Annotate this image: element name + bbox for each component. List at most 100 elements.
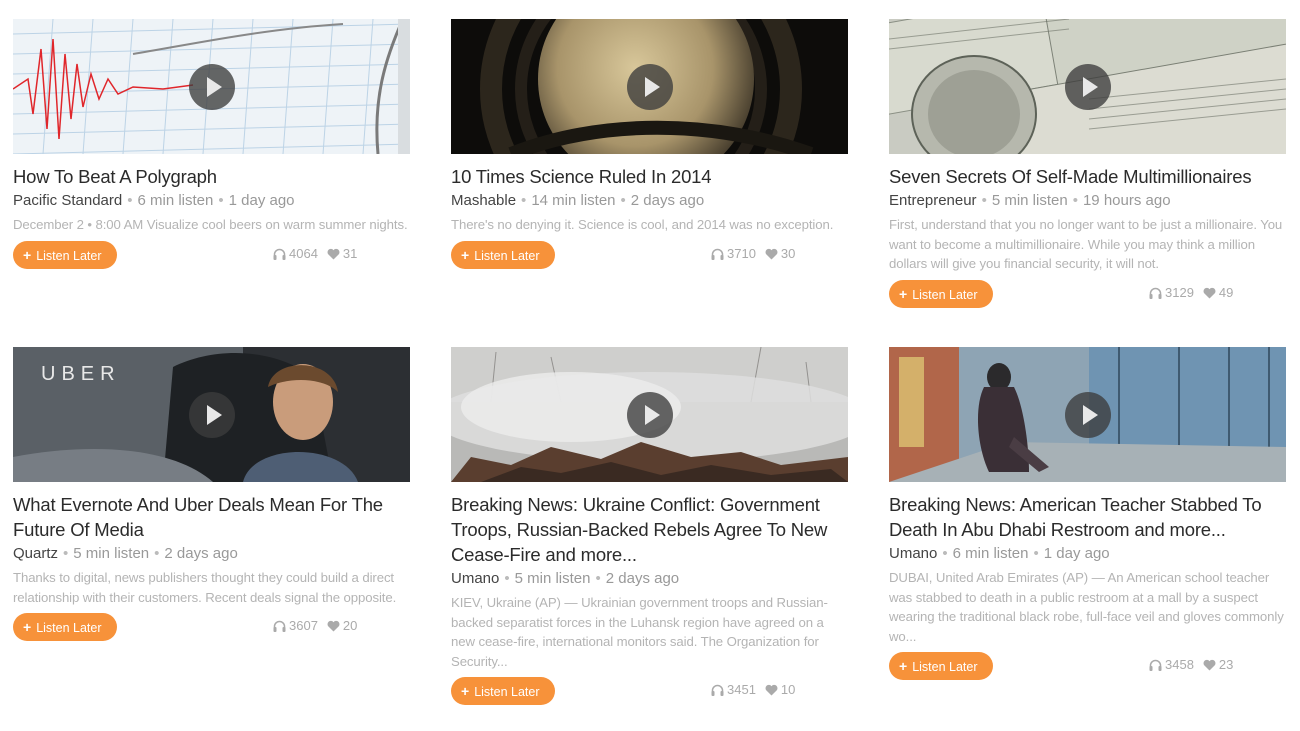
play-icon[interactable] — [1064, 391, 1111, 438]
story-actions: + Listen Later 3458 23 — [889, 652, 1286, 680]
story-stats: 3458 23 — [1149, 657, 1242, 672]
story-duration: 6 min listen — [952, 545, 1029, 562]
story-thumbnail[interactable]: UBER — [13, 347, 410, 482]
heart-icon[interactable] — [327, 248, 340, 260]
story-thumbnail[interactable] — [13, 19, 410, 154]
story-card: How To Beat A Polygraph Pacific Standard… — [13, 19, 410, 269]
story-thumbnail[interactable] — [889, 19, 1286, 154]
story-title[interactable]: Breaking News: Ukraine Conflict: Governm… — [451, 492, 848, 567]
story-description: KIEV, Ukraine (AP) — Ukrainian governmen… — [451, 595, 828, 669]
listen-later-button[interactable]: + Listen Later — [13, 240, 117, 269]
story-title[interactable]: What Evernote And Uber Deals Mean For Th… — [13, 492, 410, 542]
story-source[interactable]: Umano — [889, 545, 937, 562]
story-source[interactable]: Pacific Standard — [13, 192, 122, 209]
play-icon[interactable] — [1064, 63, 1111, 110]
heart-icon[interactable] — [765, 248, 778, 260]
plus-icon: + — [461, 683, 470, 699]
story-source[interactable]: Quartz — [13, 545, 58, 562]
story-duration: 5 min listen — [73, 545, 150, 562]
story-duration: 5 min listen — [991, 192, 1068, 209]
listen-later-label: Listen Later — [36, 621, 102, 635]
story-description: DUBAI, United Arab Emirates (AP) — An Am… — [889, 570, 1284, 644]
uber-logo-text: UBER — [41, 363, 121, 385]
like-count: 49 — [1218, 284, 1234, 300]
listen-count: 3451 — [727, 682, 756, 697]
story-meta: Mashable • 14 min listen • 2 days ago — [451, 192, 705, 209]
like-count: 10 — [780, 682, 796, 697]
story-card: 10 Times Science Ruled In 2014 Mashable •… — [451, 19, 848, 269]
plus-icon: + — [23, 619, 32, 635]
headphones-icon — [711, 684, 724, 696]
story-source[interactable]: Entrepreneur — [889, 192, 977, 209]
play-icon[interactable] — [626, 391, 673, 438]
story-actions: + Listen Later 4064 31 — [13, 240, 410, 269]
heart-icon[interactable] — [1203, 659, 1216, 671]
play-icon[interactable] — [188, 63, 235, 110]
story-thumbnail[interactable] — [889, 347, 1286, 482]
story-actions: + Listen Later 3129 49 — [889, 279, 1286, 308]
story-thumbnail[interactable] — [451, 19, 848, 154]
story-meta: Quartz • 5 min listen • 2 days ago — [13, 545, 238, 562]
listen-later-button[interactable]: + Listen Later — [451, 677, 555, 705]
listen-count: 3458 — [1165, 657, 1194, 672]
story-age: 1 day ago — [228, 192, 295, 209]
headphones-icon — [273, 620, 286, 632]
like-count: 23 — [1218, 657, 1234, 672]
heart-icon[interactable] — [1203, 287, 1216, 299]
story-source[interactable]: Mashable — [451, 192, 516, 209]
headphones-icon — [1149, 659, 1162, 671]
story-description: First, understand that you no longer wan… — [889, 217, 1283, 271]
listen-count: 3129 — [1165, 284, 1194, 300]
plus-icon: + — [899, 285, 908, 302]
heart-icon[interactable] — [327, 620, 340, 632]
headphones-icon — [1149, 287, 1162, 299]
story-card: UBER What Evernote And Uber Deals Mean F… — [13, 347, 410, 641]
listen-later-label: Listen Later — [912, 660, 978, 674]
story-duration: 6 min listen — [137, 192, 214, 209]
headphones-icon — [711, 248, 724, 260]
listen-later-label: Listen Later — [474, 248, 540, 263]
listen-later-button[interactable]: + Listen Later — [13, 613, 117, 641]
play-icon[interactable] — [626, 63, 673, 110]
listen-count: 3607 — [289, 618, 318, 633]
listen-later-label: Listen Later — [36, 248, 102, 263]
story-title[interactable]: 10 Times Science Ruled In 2014 — [451, 164, 848, 189]
story-age: 2 days ago — [630, 192, 705, 209]
like-count: 31 — [342, 245, 358, 261]
listen-later-label: Listen Later — [474, 685, 540, 699]
story-title[interactable]: Breaking News: American Teacher Stabbed … — [889, 492, 1286, 542]
play-icon[interactable] — [188, 391, 235, 438]
story-title[interactable]: Seven Secrets Of Self-Made Multimilliona… — [889, 164, 1286, 189]
story-card: Breaking News: American Teacher Stabbed … — [889, 347, 1286, 680]
plus-icon: + — [461, 246, 470, 263]
story-description: There's no denying it. Science is cool, … — [451, 217, 834, 232]
story-stats: 3607 20 — [273, 618, 366, 633]
story-source[interactable]: Umano — [451, 570, 499, 587]
story-thumbnail[interactable] — [451, 347, 848, 482]
listen-count: 3710 — [727, 245, 756, 261]
story-meta: Umano • 5 min listen • 2 days ago — [451, 570, 680, 587]
story-age: 19 hours ago — [1082, 192, 1171, 209]
story-meta: Pacific Standard • 6 min listen • 1 day ago — [13, 192, 295, 209]
story-actions: + Listen Later 3710 30 — [451, 240, 848, 269]
like-count: 20 — [342, 618, 358, 633]
story-actions: + Listen Later 3451 10 — [451, 677, 848, 705]
story-duration: 14 min listen — [531, 192, 616, 209]
story-age: 2 days ago — [164, 545, 238, 562]
story-description: December 2 • 8:00 AM Visualize cool beer… — [13, 217, 408, 232]
headphones-icon — [273, 248, 286, 260]
story-card: Seven Secrets Of Self-Made Multimilliona… — [889, 19, 1286, 308]
listen-later-button[interactable]: + Listen Later — [889, 279, 993, 308]
story-actions: + Listen Later 3607 20 — [13, 613, 410, 641]
story-meta: Entrepreneur • 5 min listen • 19 hours ago — [889, 192, 1171, 209]
story-age: 1 day ago — [1043, 545, 1110, 562]
listen-later-label: Listen Later — [912, 287, 978, 302]
listen-later-button[interactable]: + Listen Later — [451, 240, 555, 269]
story-stats: 3451 10 — [711, 682, 804, 697]
listen-later-button[interactable]: + Listen Later — [889, 652, 993, 680]
heart-icon[interactable] — [765, 684, 778, 696]
story-description: Thanks to digital, news publishers thoug… — [13, 570, 397, 605]
story-duration: 5 min listen — [514, 570, 591, 587]
listen-count: 4064 — [289, 245, 318, 261]
story-title[interactable]: How To Beat A Polygraph — [13, 164, 410, 189]
